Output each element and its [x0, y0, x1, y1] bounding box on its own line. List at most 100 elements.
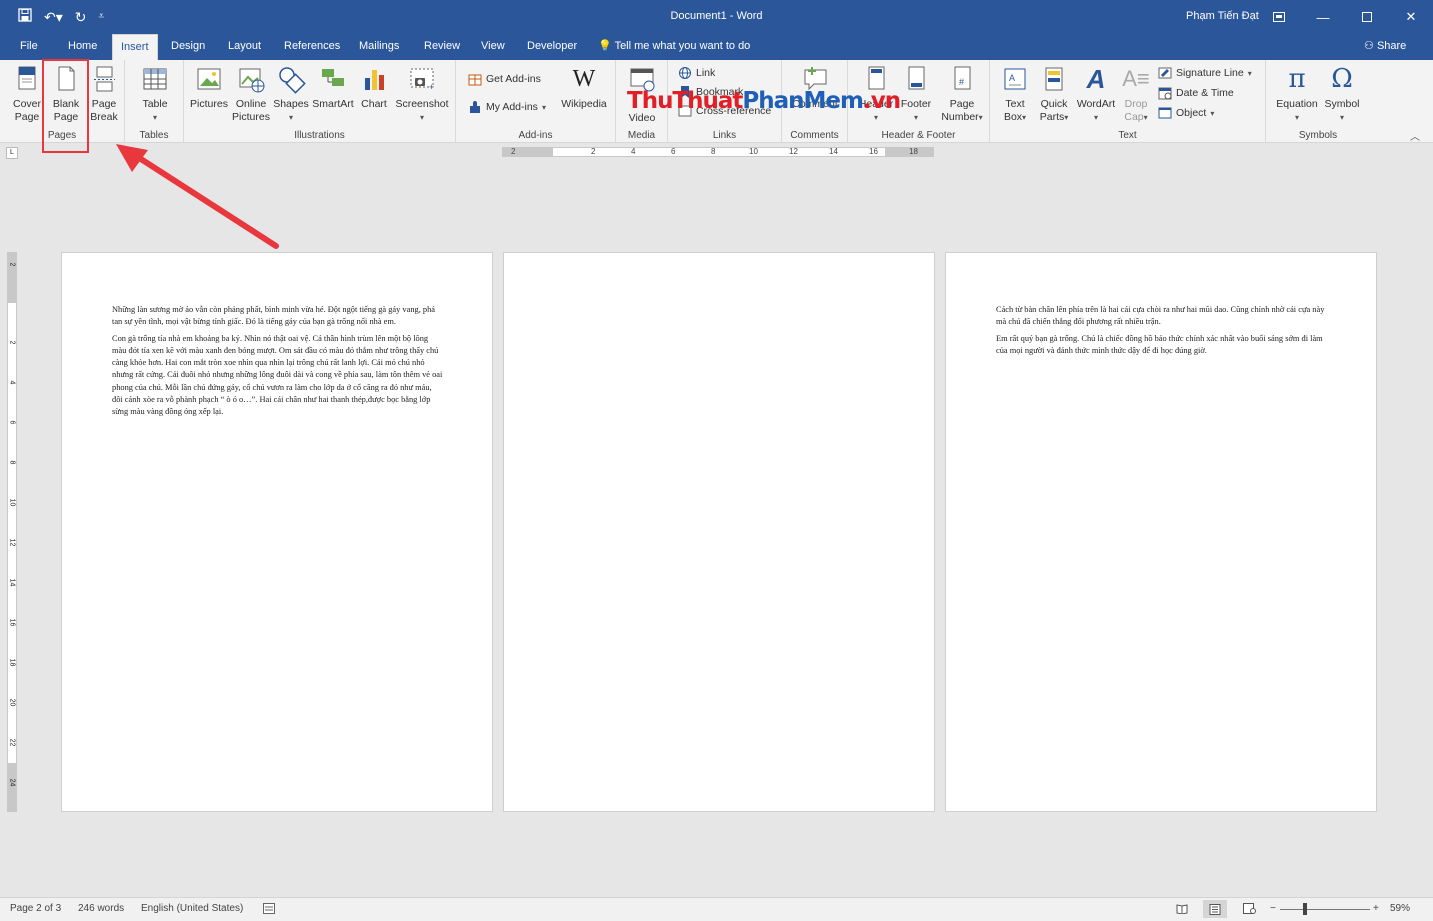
- date-time-button[interactable]: Date & Time: [1158, 86, 1234, 100]
- equation-button[interactable]: π Equation ▾: [1272, 64, 1322, 124]
- my-addins-button[interactable]: My Add-ins ▾: [468, 100, 546, 114]
- word-count[interactable]: 246 words: [78, 903, 124, 914]
- smartart-button[interactable]: SmartArt: [310, 64, 356, 111]
- screenshot-icon: +: [410, 68, 434, 92]
- status-bar: Page 2 of 3 246 words English (United St…: [0, 897, 1433, 921]
- tab-selector[interactable]: L: [6, 147, 18, 159]
- wordart-button[interactable]: A WordArt ▾: [1074, 64, 1118, 124]
- page-3-body[interactable]: Cách từ bàn chân lên phía trên là hai cá…: [996, 304, 1328, 361]
- paragraph: Cách từ bàn chân lên phía trên là hai cá…: [996, 305, 1325, 327]
- tab-developer[interactable]: Developer: [519, 34, 585, 60]
- vertical-ruler[interactable]: 2 2 4 6 8 10 12 14 16 18 20 22 24: [7, 252, 17, 812]
- read-mode-icon[interactable]: [1176, 903, 1188, 917]
- page-break-label-2: Break: [90, 111, 118, 123]
- quick-parts-button[interactable]: Quick Parts▾: [1034, 64, 1074, 124]
- minimize-icon[interactable]: —: [1301, 0, 1345, 34]
- chevron-down-icon: ▾: [1064, 113, 1069, 122]
- chevron-down-icon: ▾: [1247, 68, 1252, 78]
- symbol-button[interactable]: Ω Symbol ▾: [1320, 64, 1364, 124]
- tell-me-search[interactable]: 💡 Tell me what you want to do: [598, 34, 750, 58]
- zoom-in-icon[interactable]: +: [1373, 903, 1379, 914]
- page-1-body[interactable]: Những làn sương mờ ảo vẫn còn phảng phất…: [112, 304, 444, 423]
- page-number-label-1: Page: [949, 98, 975, 110]
- object-label: Object: [1176, 107, 1207, 119]
- chevron-down-icon: ▾: [873, 113, 878, 122]
- macro-recording-icon[interactable]: [263, 903, 275, 917]
- web-layout-icon[interactable]: [1243, 903, 1256, 917]
- document-page-2[interactable]: [503, 252, 935, 812]
- chevron-down-icon: ▾: [541, 102, 546, 112]
- tab-home[interactable]: Home: [60, 34, 105, 60]
- object-button[interactable]: Object ▾: [1158, 106, 1214, 120]
- group-text: A Text Box▾ Quick Parts▾ A WordArt ▾ A≡ …: [990, 60, 1266, 143]
- language-indicator[interactable]: English (United States): [141, 903, 243, 914]
- watermark-part-2: PhanMem: [742, 88, 864, 114]
- collapse-ribbon-icon[interactable]: ︿: [1410, 128, 1420, 143]
- pictures-button[interactable]: Pictures: [188, 64, 230, 111]
- chevron-down-icon: ▾: [913, 113, 918, 122]
- table-button[interactable]: Table ▾: [135, 64, 175, 124]
- cover-page-icon: [18, 66, 36, 90]
- ribbon-display-icon[interactable]: [1257, 0, 1301, 34]
- screenshot-button[interactable]: + Screenshot ▾: [392, 64, 452, 124]
- chevron-down-icon: ▾: [1339, 113, 1344, 122]
- close-icon[interactable]: ✕: [1389, 0, 1433, 34]
- svg-text:A: A: [1009, 73, 1015, 83]
- store-icon: [468, 72, 482, 86]
- maximize-icon[interactable]: [1345, 0, 1389, 34]
- drop-cap-label-1: Drop: [1124, 98, 1148, 110]
- wikipedia-button[interactable]: W Wikipedia: [556, 64, 612, 111]
- page-number-button[interactable]: # Page Number▾: [936, 64, 988, 124]
- tab-view[interactable]: View: [473, 34, 513, 60]
- tab-design[interactable]: Design: [163, 34, 213, 60]
- tab-insert[interactable]: Insert: [112, 34, 158, 60]
- chart-button[interactable]: Chart: [356, 64, 392, 111]
- ribbon-tabs: File Home Insert Design Layout Reference…: [0, 34, 1433, 60]
- ruler-label: 8: [711, 147, 716, 156]
- zoom-out-icon[interactable]: −: [1270, 903, 1276, 914]
- lightbulb-icon: 💡: [598, 40, 612, 52]
- page-count[interactable]: Page 2 of 3: [10, 903, 61, 914]
- drop-cap-button[interactable]: A≡ Drop Cap▾: [1118, 64, 1154, 124]
- watermark-part-3: .vn: [862, 88, 901, 114]
- zoom-slider[interactable]: [1280, 909, 1370, 910]
- smartart-label: SmartArt: [312, 98, 354, 110]
- watermark-logo: ThuThuatPhanMem.vn: [627, 88, 901, 114]
- tab-references[interactable]: References: [276, 34, 348, 60]
- online-pictures-button[interactable]: Online Pictures: [232, 64, 270, 124]
- symbol-label: Symbol: [1324, 98, 1360, 110]
- zoom-slider-thumb[interactable]: [1303, 903, 1307, 915]
- zoom-level[interactable]: 59%: [1390, 903, 1410, 914]
- share-button[interactable]: ⚇ Share: [1364, 34, 1406, 58]
- cover-page-button[interactable]: Cover Page: [10, 64, 44, 124]
- footer-button[interactable]: Footer ▾: [896, 64, 936, 124]
- tab-layout[interactable]: Layout: [220, 34, 269, 60]
- tab-mailings[interactable]: Mailings: [351, 34, 407, 60]
- page-number-icon: #: [954, 66, 971, 90]
- signature-line-button[interactable]: Signature Line ▾: [1158, 66, 1252, 80]
- ruler-label: 18: [909, 147, 918, 156]
- highlight-box: [42, 59, 89, 153]
- print-layout-icon[interactable]: [1203, 900, 1227, 918]
- paragraph: Em rất quý bạn gà trống. Chú là chiếc đồ…: [996, 333, 1323, 355]
- quick-parts-icon: [1045, 67, 1063, 91]
- document-page-3[interactable]: Cách từ bàn chân lên phía trên là hai cá…: [945, 252, 1377, 812]
- document-page-1[interactable]: Những làn sương mờ ảo vẫn còn phảng phất…: [61, 252, 493, 812]
- ruler-label: 2: [591, 147, 596, 156]
- chevron-down-icon: ▾: [1022, 113, 1027, 122]
- cover-page-label-1: Cover: [12, 98, 41, 110]
- chevron-down-icon: ▾: [1143, 113, 1148, 122]
- link-button[interactable]: Link: [678, 66, 715, 80]
- get-addins-button[interactable]: Get Add-ins: [468, 72, 541, 86]
- tab-review[interactable]: Review: [416, 34, 468, 60]
- ruler-label: 10: [8, 498, 16, 507]
- shapes-button[interactable]: Shapes ▾: [272, 64, 310, 124]
- group-label-links: Links: [712, 130, 737, 141]
- tab-file[interactable]: File: [12, 34, 46, 60]
- user-name[interactable]: Phạm Tiến Đạt: [1186, 10, 1259, 22]
- text-box-button[interactable]: A Text Box▾: [998, 64, 1032, 124]
- ruler-label: 10: [749, 147, 758, 156]
- page-break-button[interactable]: Page Break: [86, 64, 122, 124]
- horizontal-ruler[interactable]: 2 2 4 6 8 10 12 14 16 18: [502, 147, 934, 157]
- group-label-header-footer: Header & Footer: [881, 130, 956, 141]
